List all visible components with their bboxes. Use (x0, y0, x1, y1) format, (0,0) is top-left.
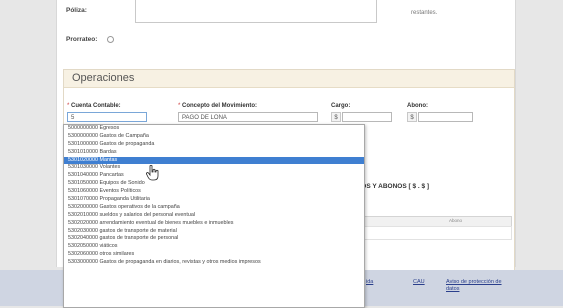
movements-table-body (364, 226, 512, 240)
dropdown-option[interactable]: 5301060000 Eventos Políticos (64, 188, 364, 196)
dropdown-option[interactable]: 5301070000 Propaganda Utilitaria (64, 196, 364, 204)
dropdown-option[interactable]: 5302030000 gastos de transporte de mater… (64, 228, 364, 236)
dropdown-option[interactable]: 5301030000 Volantes (64, 164, 364, 172)
operaciones-title: Operaciones (64, 70, 514, 88)
dropdown-option[interactable]: 5301040000 Pancartas (64, 172, 364, 180)
prorrateo-label: Prorrateo: (66, 36, 98, 43)
dropdown-option[interactable]: 5302050000 viáticos (64, 243, 364, 251)
cuenta-contable-label: * Cuenta Contable: (67, 103, 121, 109)
dropdown-option[interactable]: 5302060000 otros similares (64, 251, 364, 259)
dropdown-option[interactable]: 5302010000 sueldos y salarios del person… (64, 212, 364, 220)
abono-column-header: Abono (449, 218, 463, 223)
cuenta-contable-input[interactable]: 5 (67, 112, 147, 122)
prorrateo-checkbox[interactable] (107, 36, 114, 43)
concepto-label: * Concepto del Movimiento: (178, 103, 258, 109)
hand-cursor-icon (146, 165, 159, 181)
cargo-label: Cargo: (331, 103, 351, 109)
cargo-input[interactable] (342, 112, 392, 122)
poliza-label: Póliza: (66, 7, 87, 14)
concepto-input[interactable]: PAGO DE LONA (178, 112, 318, 122)
footer-link-aviso[interactable]: Aviso de protección de datos (446, 279, 516, 293)
dropdown-option[interactable]: 5302000000 Gastos operativos de la campa… (64, 204, 364, 212)
dropdown-option[interactable]: 5301000000 Gastos de propaganda (64, 141, 364, 149)
dropdown-option[interactable]: 5303000000 Gastos de propaganda en diari… (64, 259, 364, 267)
abono-input[interactable] (418, 112, 473, 122)
dropdown-option[interactable]: 5300000000 Gastos de Campaña (64, 133, 364, 141)
dropdown-option[interactable]: 5302020000 arrendamiento eventual de bie… (64, 220, 364, 228)
cargo-currency: $ (331, 112, 341, 122)
abono-label: Abono: (407, 103, 428, 109)
restantes-label: restantes. (411, 10, 438, 16)
footer-link-1[interactable]: ida (366, 279, 373, 285)
poliza-textarea[interactable] (135, 0, 377, 23)
footer-link-cau[interactable]: CAU (413, 279, 425, 285)
dropdown-option[interactable]: 5302040000 gastos de transporte de perso… (64, 235, 364, 243)
dropdown-option[interactable]: 5301020000 Mantas (64, 156, 364, 165)
dropdown-option[interactable]: 5000000000 Egresos (64, 125, 364, 133)
dropdown-list: 5000000000 Egresos 5300000000 Gastos de C… (64, 125, 364, 267)
cuenta-contable-dropdown[interactable]: 5000000000 Egresos 5300000000 Gastos de C… (63, 124, 365, 308)
dropdown-option[interactable]: 5301050000 Equipos de Sonido (64, 180, 364, 188)
dropdown-option[interactable]: 5301010000 Bardas (64, 149, 364, 157)
abono-currency: $ (407, 112, 417, 122)
